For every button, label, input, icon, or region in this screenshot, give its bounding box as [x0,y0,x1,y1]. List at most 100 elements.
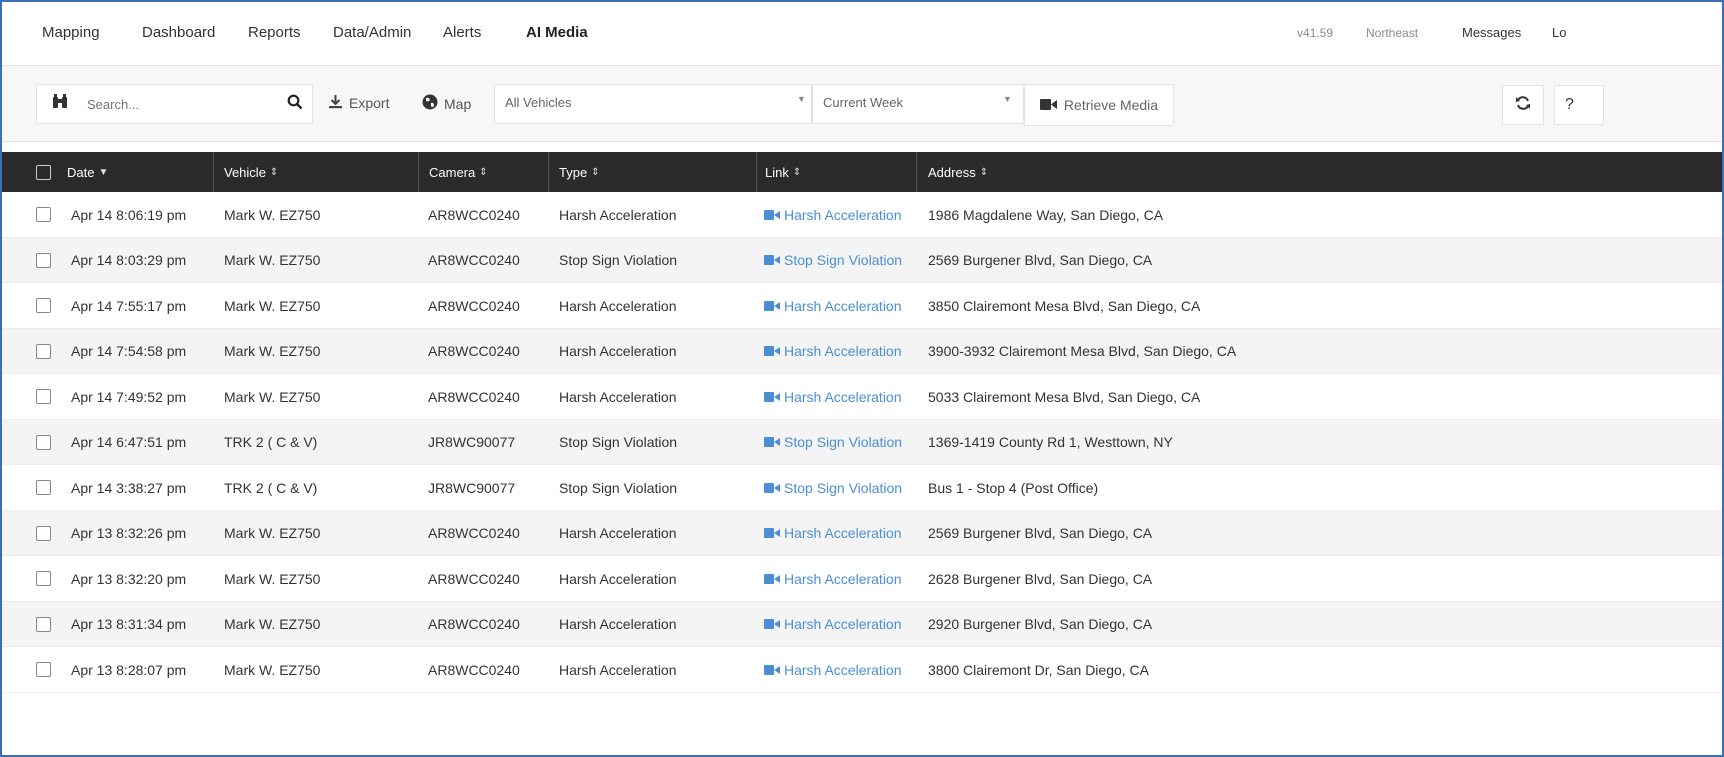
table-row[interactable]: Apr 13 8:32:26 pm Mark W. EZ750 AR8WCC0240… [2,510,1722,556]
video-camera-icon [764,662,780,678]
column-header-link[interactable]: Link ⇕ [757,152,917,192]
search-icon[interactable] [287,94,303,114]
vehicle-select[interactable]: All Vehicles ▼ [494,84,812,124]
cell-vehicle: Mark W. EZ750 [224,388,321,405]
region-label[interactable]: Northeast [1366,26,1418,40]
row-checkbox[interactable] [36,480,51,495]
row-checkbox[interactable] [36,525,51,541]
refresh-icon [1515,95,1531,116]
cell-vehicle: Mark W. EZ750 [224,206,321,223]
cell-type: Harsh Acceleration [559,343,677,359]
retrieve-media-button[interactable]: Retrieve Media [1024,84,1174,126]
nav-dashboard[interactable]: Dashboard [142,24,215,41]
chevron-down-icon: ▼ [797,94,806,104]
media-link-label: Stop Sign Violation [784,252,903,268]
nav-mapping[interactable]: Mapping [42,24,100,41]
media-link-label: Stop Sign Violation [784,479,903,496]
nav-logout[interactable]: Lo [1552,25,1566,40]
video-camera-icon [764,207,780,223]
cell-date: Apr 14 3:38:27 pm [71,479,187,496]
row-checkbox-cell [36,511,51,556]
media-link[interactable]: Stop Sign Violation [764,420,902,465]
map-label: Map [444,95,472,112]
media-link-label: Harsh Acceleration [784,661,902,678]
cell-type: Harsh Acceleration [559,661,677,678]
help-button[interactable]: ? [1554,85,1604,125]
row-checkbox[interactable] [36,298,51,313]
video-camera-icon [764,480,780,496]
column-header-date[interactable]: Date ▼ [2,152,214,192]
nav-reports[interactable]: Reports [248,24,301,41]
export-button[interactable]: Export [328,94,389,112]
binoculars-icon [53,94,67,114]
media-link[interactable]: Harsh Acceleration [764,283,902,328]
cell-type: Stop Sign Violation [559,252,678,268]
cell-address: 3900-3932 Clairemont Mesa Blvd, San Dieg… [928,343,1237,359]
row-checkbox[interactable] [36,571,51,586]
media-link[interactable]: Harsh Acceleration [764,374,902,419]
table-row[interactable]: Apr 13 8:28:07 pm Mark W. EZ750 AR8WCC0240… [2,647,1722,693]
cell-date: Apr 14 7:55:17 pm [71,297,187,314]
cell-type: Harsh Acceleration [559,525,677,541]
column-header-address[interactable]: Address ⇕ [917,152,1722,192]
nav-ai-media[interactable]: AI Media [526,24,588,41]
row-checkbox[interactable] [36,389,51,404]
chevron-down-icon: ▼ [1003,94,1012,104]
media-link[interactable]: Harsh Acceleration [764,511,902,556]
media-link[interactable]: Harsh Acceleration [764,602,902,647]
row-checkbox-cell [36,420,51,465]
nav-messages[interactable]: Messages [1462,25,1521,40]
media-link[interactable]: Harsh Acceleration [764,556,902,601]
map-button[interactable]: Map [422,94,471,113]
column-header-camera[interactable]: Camera ⇕ [419,152,549,192]
column-label-type: Type [559,164,588,180]
column-header-type[interactable]: Type ⇕ [549,152,757,192]
nav-data-admin[interactable]: Data/Admin [333,24,411,41]
row-checkbox[interactable] [36,662,51,677]
cell-date: Apr 14 8:03:29 pm [71,252,187,268]
search-input[interactable] [87,93,257,115]
row-checkbox[interactable] [36,252,51,268]
row-checkbox[interactable] [36,343,51,359]
media-link[interactable]: Harsh Acceleration [764,192,902,237]
table-row[interactable]: Apr 14 8:03:29 pm Mark W. EZ750 AR8WCC0240… [2,237,1722,283]
cell-type: Stop Sign Violation [559,434,678,450]
sort-icon: ⇕ [479,166,488,178]
vehicle-select-value: All Vehicles [505,95,572,110]
table-row[interactable]: Apr 14 7:49:52 pm Mark W. EZ750 AR8WCC0240… [2,374,1722,420]
row-checkbox[interactable] [36,207,51,222]
column-header-vehicle[interactable]: Vehicle ⇕ [214,152,419,192]
period-select[interactable]: Current Week ▼ [812,84,1024,124]
cell-address: 2628 Burgener Blvd, San Diego, CA [928,570,1153,587]
media-link[interactable]: Harsh Acceleration [764,329,902,374]
top-nav: Mapping Dashboard Reports Data/Admin Ale… [2,2,1722,66]
table-row[interactable]: Apr 14 7:54:58 pm Mark W. EZ750 AR8WCC0240… [2,328,1722,374]
row-checkbox-cell [36,647,51,692]
select-all-checkbox[interactable] [36,164,51,180]
cell-date: Apr 14 8:06:19 pm [71,206,187,223]
media-link[interactable]: Stop Sign Violation [764,465,902,510]
media-link[interactable]: Harsh Acceleration [764,647,902,692]
table-row[interactable]: Apr 14 3:38:27 pm TRK 2 ( C & V) JR8WC9007… [2,465,1722,511]
table-row[interactable]: Apr 14 6:47:51 pm TRK 2 ( C & V) JR8WC9007… [2,419,1722,465]
cell-vehicle: Mark W. EZ750 [224,343,321,359]
search-box[interactable] [36,84,313,124]
period-select-value: Current Week [823,95,903,110]
refresh-button[interactable] [1502,85,1544,125]
video-camera-icon [764,343,780,359]
sort-icon: ⇕ [979,166,989,178]
table-row[interactable]: Apr 13 8:31:34 pm Mark W. EZ750 AR8WCC0240… [2,601,1722,647]
cell-address: 3800 Clairemont Dr, San Diego, CA [928,661,1149,678]
media-link-label: Harsh Acceleration [784,297,902,314]
row-checkbox-cell [36,283,51,328]
table-row[interactable]: Apr 14 7:55:17 pm Mark W. EZ750 AR8WCC0240… [2,283,1722,329]
row-checkbox-cell [36,238,51,283]
table-row[interactable]: Apr 14 8:06:19 pm Mark W. EZ750 AR8WCC0240… [2,192,1722,238]
video-camera-icon [1039,97,1057,113]
table-row[interactable]: Apr 13 8:32:20 pm Mark W. EZ750 AR8WCC0240… [2,556,1722,602]
media-link[interactable]: Stop Sign Violation [764,238,902,283]
row-checkbox[interactable] [36,434,51,450]
row-checkbox[interactable] [36,616,51,632]
nav-alerts[interactable]: Alerts [443,24,481,41]
cell-camera: AR8WCC0240 [428,525,520,541]
